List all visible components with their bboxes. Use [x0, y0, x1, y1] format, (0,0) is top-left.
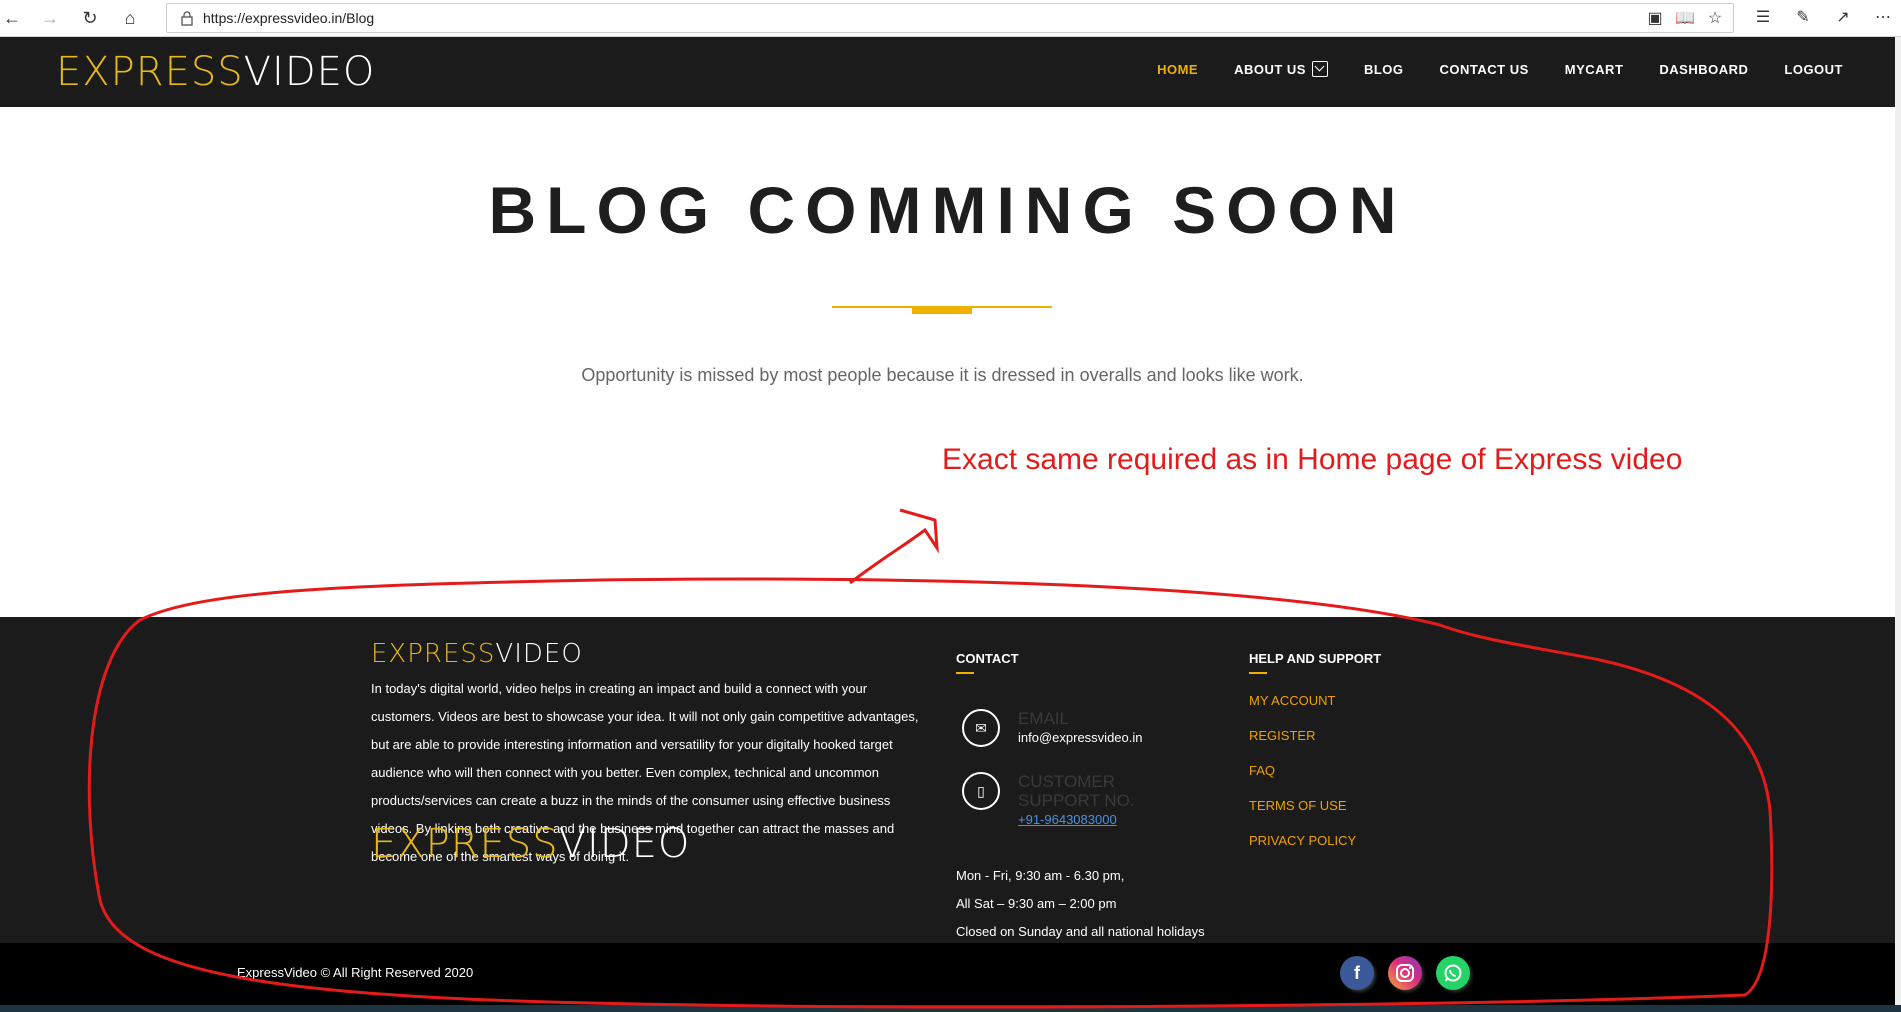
pen-icon[interactable]: ✎ — [1793, 7, 1813, 27]
business-hours: Mon - Fri, 9:30 am - 6.30 pm, All Sat – … — [956, 868, 1205, 939]
lock-icon — [181, 11, 193, 26]
browser-toolbar: ← → ↻ ⌂ https://expressvideo.in/Blog ▣ 📖… — [0, 0, 1901, 37]
footer-bottom-bar: ExpressVideo © All Right Reserved 2020 f — [0, 943, 1895, 1005]
os-taskbar — [0, 1005, 1901, 1012]
back-icon[interactable]: ← — [0, 6, 24, 30]
site-navbar: EXPRESSVIDEO HOME ABOUT US BLOG CONTACT … — [0, 37, 1895, 107]
social-links: f — [1340, 956, 1470, 990]
support-row: ▯ CUSTOMER SUPPORT NO. +91-9643083000 — [962, 772, 1198, 827]
address-bar[interactable]: https://expressvideo.in/Blog ▣ 📖 ☆ — [166, 3, 1734, 33]
annotation-text: Exact same required as in Home page of E… — [942, 443, 1683, 476]
email-label: EMAIL — [1018, 709, 1070, 728]
faq-link[interactable]: FAQ — [1249, 763, 1356, 778]
mobile-phone-icon: ▯ — [962, 772, 1000, 810]
more-icon[interactable]: ⋯ — [1873, 7, 1893, 27]
reading-view-icon[interactable]: 📖 — [1675, 8, 1695, 28]
site-logo[interactable]: EXPRESSVIDEO — [56, 49, 375, 95]
copyright-text: ExpressVideo © All Right Reserved 2020 — [237, 965, 474, 980]
collections-icon[interactable]: ▣ — [1645, 8, 1665, 28]
whatsapp-icon[interactable] — [1436, 956, 1470, 990]
chevron-down-icon — [1311, 61, 1328, 77]
nav-logout-link[interactable]: LOGOUT — [1784, 61, 1843, 77]
home-icon[interactable]: ⌂ — [118, 6, 142, 30]
facebook-icon[interactable]: f — [1340, 956, 1374, 990]
footer-logo-large: EXPRESSVIDEO — [371, 821, 691, 867]
help-links: MY ACCOUNT REGISTER FAQ TERMS OF USE PRI… — [1249, 693, 1356, 848]
email-value: info@expressvideo.in — [1018, 730, 1143, 745]
nav-mycart-link[interactable]: MYCART — [1565, 61, 1624, 77]
my-account-link[interactable]: MY ACCOUNT — [1249, 693, 1356, 708]
nav-home-link[interactable]: HOME — [1157, 61, 1198, 77]
nav-contact-link[interactable]: CONTACT US — [1440, 61, 1529, 77]
page-scrollbar[interactable] — [1895, 37, 1901, 1012]
page-title: BLOG COMMING SOON — [488, 173, 1407, 247]
instagram-icon[interactable] — [1388, 956, 1422, 990]
email-row: ✉ EMAIL info@expressvideo.in — [962, 709, 1142, 747]
support-label: CUSTOMER SUPPORT NO. — [1018, 772, 1135, 810]
footer-logo-small: EXPRESSVIDEO — [371, 639, 583, 669]
nav-about-link[interactable]: ABOUT US — [1234, 61, 1328, 77]
favorites-icon[interactable]: ☰ — [1753, 7, 1773, 27]
terms-of-use-link[interactable]: TERMS OF USE — [1249, 798, 1356, 813]
favorite-star-icon[interactable]: ☆ — [1705, 8, 1725, 28]
register-link[interactable]: REGISTER — [1249, 728, 1356, 743]
quote-text: Opportunity is missed by most people bec… — [581, 365, 1304, 385]
privacy-policy-link[interactable]: PRIVACY POLICY — [1249, 833, 1356, 848]
title-divider-accent — [912, 306, 972, 314]
support-phone-link[interactable]: +91-9643083000 — [1018, 812, 1117, 827]
contact-heading: CONTACT — [956, 651, 1019, 674]
site-footer: EXPRESSVIDEO In today's digital world, v… — [0, 617, 1895, 943]
forward-icon[interactable]: → — [38, 6, 62, 30]
share-icon[interactable]: ↗ — [1833, 7, 1853, 27]
nav-dashboard-link[interactable]: DASHBOARD — [1659, 61, 1748, 77]
refresh-icon[interactable]: ↻ — [78, 6, 102, 30]
help-heading: HELP AND SUPPORT — [1249, 651, 1381, 674]
envelope-icon: ✉ — [962, 709, 1000, 747]
url-text: https://expressvideo.in/Blog — [203, 10, 375, 26]
main-menu: HOME ABOUT US BLOG CONTACT US MYCART DAS… — [1157, 61, 1843, 77]
nav-blog-link[interactable]: BLOG — [1364, 61, 1404, 77]
